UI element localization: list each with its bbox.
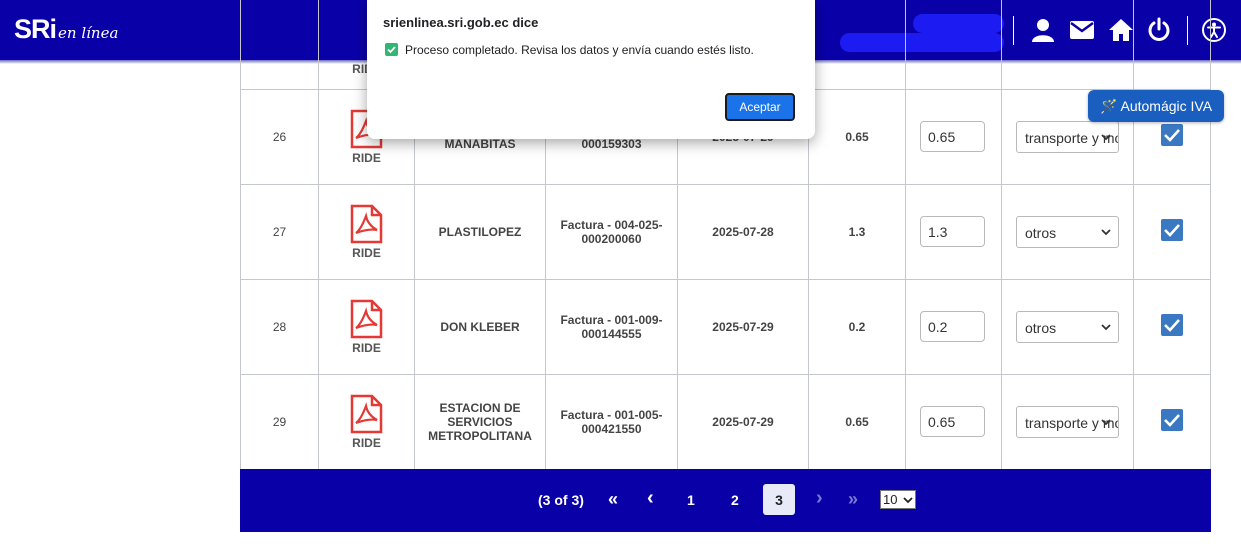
logo-sub-text: en línea (58, 24, 119, 42)
table-row: 27 RIDE PLASTILOPEZ Factura - 004-025- 0… (240, 183, 1211, 280)
document-date: 2025-07-28 (677, 183, 809, 280)
amount-value: 0.65 (808, 88, 906, 185)
document-number: Factura - 001-009- 000144555 (545, 278, 678, 375)
pagination-bar: (3 of 3) « ‹ 1 2 3 › » 10 (240, 469, 1211, 532)
row-number: 26 (240, 88, 319, 185)
document-number: Factura - 004-025- 000200060 (545, 183, 678, 280)
row-checkbox[interactable] (1161, 124, 1183, 146)
chevron-down-icon (1101, 133, 1111, 140)
chevron-down-icon (1101, 418, 1111, 425)
ride-label: RIDE (352, 340, 381, 355)
supplier-name: PLASTILOPEZ (414, 183, 546, 280)
amount-input[interactable]: 0.2 (920, 311, 985, 342)
chevron-down-icon (903, 497, 913, 504)
ride-label: RIDE (352, 435, 381, 450)
supplier-name: ESTACION DE SERVICIOS METROPOLITANA (414, 373, 546, 470)
automagic-iva-button[interactable]: 🪄 Automágic IVA (1088, 90, 1224, 122)
ride-download-link[interactable]: RIDE (319, 299, 414, 355)
row-checkbox[interactable] (1161, 219, 1183, 241)
pdf-icon (350, 204, 383, 243)
last-page-button[interactable]: » (848, 489, 858, 510)
ride-label: RIDE (352, 150, 381, 165)
ride-download-link[interactable]: RIDE (319, 394, 414, 450)
page-2-button[interactable]: 2 (731, 492, 739, 508)
ride-label: RIDE (352, 245, 381, 260)
document-number: Factura - 001-005- 000421550 (545, 373, 678, 470)
amount-input[interactable]: 0.65 (920, 121, 985, 152)
pdf-icon (350, 299, 383, 338)
chevron-down-icon (1101, 228, 1111, 235)
sri-logo[interactable]: SRi en línea (14, 14, 118, 45)
page-info: (3 of 3) (538, 492, 584, 508)
check-icon (385, 43, 398, 56)
dialog-title: srienlinea.sri.gob.ec dice (383, 15, 539, 30)
dialog-message: Proceso completado. Revisa los datos y e… (405, 43, 754, 57)
document-date: 2025-07-29 (677, 373, 809, 470)
table-row: 29 RIDE ESTACION DE SERVICIOS METROPOLIT… (240, 373, 1211, 470)
table-row: 28 RIDE DON KLEBER Factura - 001-009- 00… (240, 278, 1211, 375)
page-size-value: 10 (883, 492, 898, 507)
page-size-select[interactable]: 10 (880, 490, 916, 509)
document-date: 2025-07-29 (677, 278, 809, 375)
prev-page-button[interactable]: ‹ (647, 487, 654, 510)
next-page-button[interactable]: › (816, 487, 823, 510)
first-page-button[interactable]: « (608, 489, 618, 510)
amount-input[interactable]: 0.65 (920, 406, 985, 437)
category-selected: otros (1025, 319, 1057, 336)
row-number: 28 (240, 278, 319, 375)
accept-button[interactable]: Aceptar (725, 93, 795, 121)
category-selected: otros (1025, 224, 1057, 241)
category-select[interactable]: transporte y mo (1016, 120, 1119, 153)
amount-value: 0.65 (808, 373, 906, 470)
alert-dialog: srienlinea.sri.gob.ec dice Proceso compl… (367, 0, 815, 139)
page-1-button[interactable]: 1 (687, 492, 695, 508)
amount-value: 1.3 (808, 183, 906, 280)
category-select[interactable]: transporte y mo (1016, 405, 1119, 438)
row-checkbox[interactable] (1161, 314, 1183, 336)
category-select[interactable]: otros (1016, 310, 1119, 343)
row-number: 27 (240, 183, 319, 280)
logo-main-text: SRi (14, 14, 57, 44)
page-3-button-active[interactable]: 3 (763, 484, 795, 515)
amount-value: 0.2 (808, 278, 906, 375)
row-number: 29 (240, 373, 319, 470)
ride-download-link[interactable]: RIDE (319, 204, 414, 260)
category-select[interactable]: otros (1016, 215, 1119, 248)
pdf-icon (350, 394, 383, 433)
amount-input[interactable]: 1.3 (920, 216, 985, 247)
row-checkbox[interactable] (1161, 409, 1183, 431)
supplier-name: DON KLEBER (414, 278, 546, 375)
chevron-down-icon (1101, 323, 1111, 330)
